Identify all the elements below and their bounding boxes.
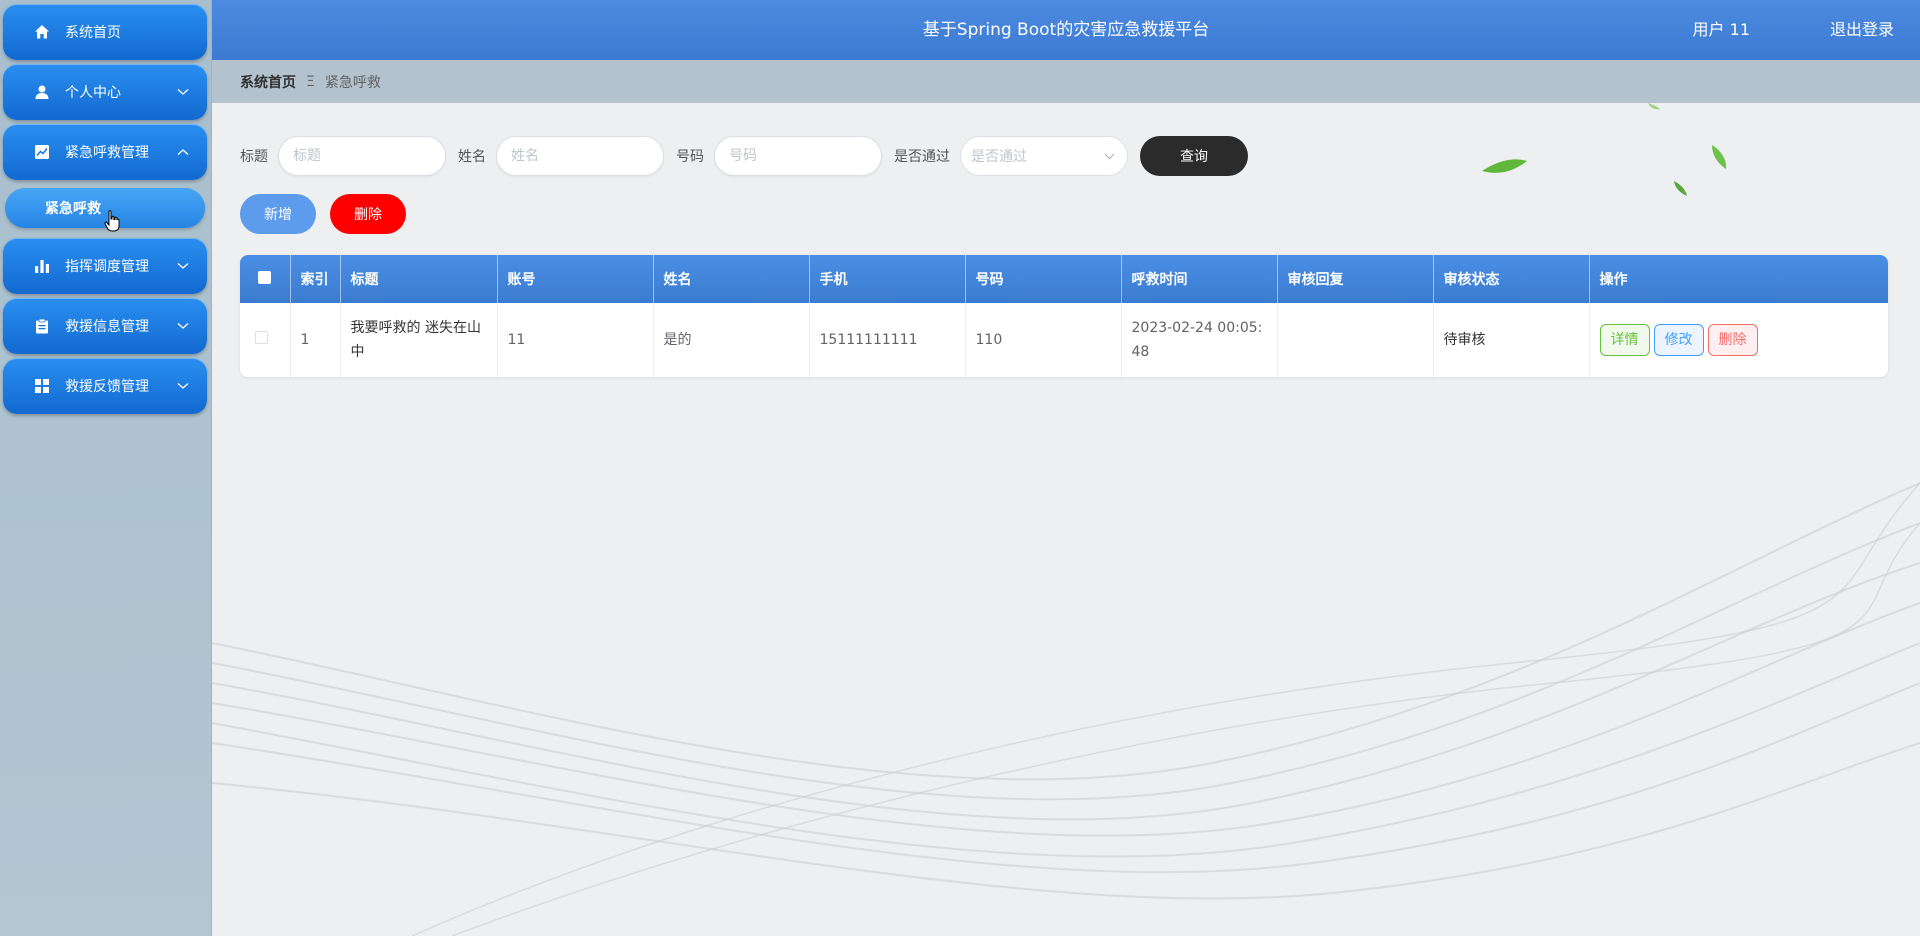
search-name-label: 姓名: [458, 149, 486, 165]
sidebar-item-feedback-mgmt[interactable]: 救援反馈管理: [3, 358, 207, 414]
bar-chart-icon: [33, 257, 51, 275]
sidebar-item-dispatch-mgmt[interactable]: 指挥调度管理: [3, 238, 207, 294]
col-header-account: 账号: [497, 255, 654, 303]
col-header-ops: 操作: [1599, 272, 1628, 288]
logout-link[interactable]: 退出登录: [1830, 0, 1894, 60]
row-delete-button[interactable]: 删除: [1707, 324, 1758, 356]
hand-cursor-icon: [104, 210, 120, 236]
col-header-time: 呼救时间: [1121, 255, 1278, 303]
chevron-down-icon: [177, 259, 189, 273]
cell-time: 2023-02-24 00:05:48: [1121, 303, 1278, 377]
cell-number: 110: [965, 303, 1122, 377]
cell-ops: 详情 修改 删除: [1589, 303, 1888, 377]
row-select-cell: [240, 303, 291, 377]
search-title-label: 标题: [240, 149, 268, 165]
breadcrumb: 系统首页 Ξ 紧急呼救: [212, 60, 1920, 103]
breadcrumb-current: 紧急呼救: [324, 74, 381, 91]
cell-account: 11: [497, 303, 654, 377]
top-header: 基于Spring Boot的灾害应急救援平台 用户 11 退出登录: [212, 0, 1920, 60]
app-title: 基于Spring Boot的灾害应急救援平台: [922, 20, 1210, 40]
current-user: 用户 11: [1692, 20, 1750, 39]
search-name-input[interactable]: [496, 136, 664, 176]
cell-status: 待审核: [1433, 303, 1590, 377]
sidebar-item-profile[interactable]: 个人中心: [3, 64, 207, 120]
chevron-down-icon: [1104, 149, 1115, 163]
sidebar-item-label: 系统首页: [65, 25, 121, 41]
cell-reply: [1277, 303, 1434, 377]
chevron-up-icon: [177, 145, 189, 159]
col-header-number: 号码: [965, 255, 1122, 303]
select-all-checkbox[interactable]: [258, 270, 272, 284]
cell-name: 是的: [653, 303, 810, 377]
detail-button[interactable]: 详情: [1599, 324, 1650, 356]
search-bar: 标题 姓名 号码 是否通过 是否通过 查询: [240, 135, 1248, 177]
search-title-input[interactable]: [278, 136, 446, 176]
search-pass-placeholder: 是否通过: [971, 149, 1027, 165]
search-pass-label: 是否通过: [894, 149, 950, 165]
add-button[interactable]: 新增: [240, 194, 316, 234]
select-all-header: [240, 255, 291, 303]
main-content: 标题 姓名 号码 是否通过 是否通过 查询 新增 删除 索引: [212, 103, 1920, 936]
query-button[interactable]: 查询: [1140, 136, 1248, 176]
col-header-phone: 手机: [809, 255, 966, 303]
batch-delete-button[interactable]: 删除: [330, 194, 406, 234]
col-header-name: 姓名: [653, 255, 810, 303]
search-number-label: 号码: [676, 149, 704, 165]
home-icon: [33, 23, 51, 41]
col-header-index: 索引: [290, 255, 341, 303]
breadcrumb-separator: Ξ: [306, 73, 315, 90]
sidebar-item-home[interactable]: 系统首页: [3, 4, 207, 60]
user-icon: [33, 83, 51, 101]
submenu-item-label: 紧急呼救: [45, 201, 101, 217]
data-table: 索引 标题 账号 姓名 手机 号码 呼救时间 审核回复 审核状态 操作 1 我要…: [240, 255, 1888, 377]
breadcrumb-home[interactable]: 系统首页: [240, 72, 296, 92]
cell-title: 我要呼救的 迷失在山中: [340, 303, 498, 377]
chevron-down-icon: [177, 319, 189, 333]
chevron-down-icon: [177, 379, 189, 393]
chart-line-icon: [33, 143, 51, 161]
sidebar-item-rescue-info-mgmt[interactable]: 救援信息管理: [3, 298, 207, 354]
col-header-reply: 审核回复: [1277, 255, 1434, 303]
col-header-status: 审核状态: [1433, 255, 1590, 303]
edit-button[interactable]: 修改: [1653, 324, 1704, 356]
cell-index: 1: [290, 303, 341, 377]
sidebar-item-label: 救援信息管理: [65, 319, 149, 335]
background-waves: [212, 103, 1920, 936]
leaf-decoration: [1482, 103, 1727, 196]
sidebar: 系统首页 个人中心 紧急呼救管理 紧急呼救 指挥调度管理 救援信息管理 救援反馈…: [0, 0, 212, 936]
search-number-input[interactable]: [714, 136, 882, 176]
grid-icon: [33, 377, 51, 395]
sidebar-item-label: 救援反馈管理: [65, 379, 149, 395]
cell-phone: 15111111111: [809, 303, 966, 377]
sidebar-item-label: 紧急呼救管理: [65, 145, 149, 161]
row-checkbox[interactable]: [255, 331, 269, 344]
sidebar-item-emergency-mgmt[interactable]: 紧急呼救管理: [3, 124, 207, 180]
table-header-row: 索引 标题 账号 姓名 手机 号码 呼救时间 审核回复 审核状态 操作: [240, 255, 1888, 303]
sidebar-item-label: 个人中心: [65, 85, 121, 101]
search-pass-select[interactable]: 是否通过: [960, 136, 1128, 176]
sidebar-item-label: 指挥调度管理: [65, 259, 149, 275]
clipboard-icon: [33, 317, 51, 335]
col-header-title: 标题: [340, 255, 498, 303]
table-row: 1 我要呼救的 迷失在山中 11 是的 15111111111 110 2023…: [240, 303, 1888, 377]
chevron-down-icon: [177, 85, 189, 99]
